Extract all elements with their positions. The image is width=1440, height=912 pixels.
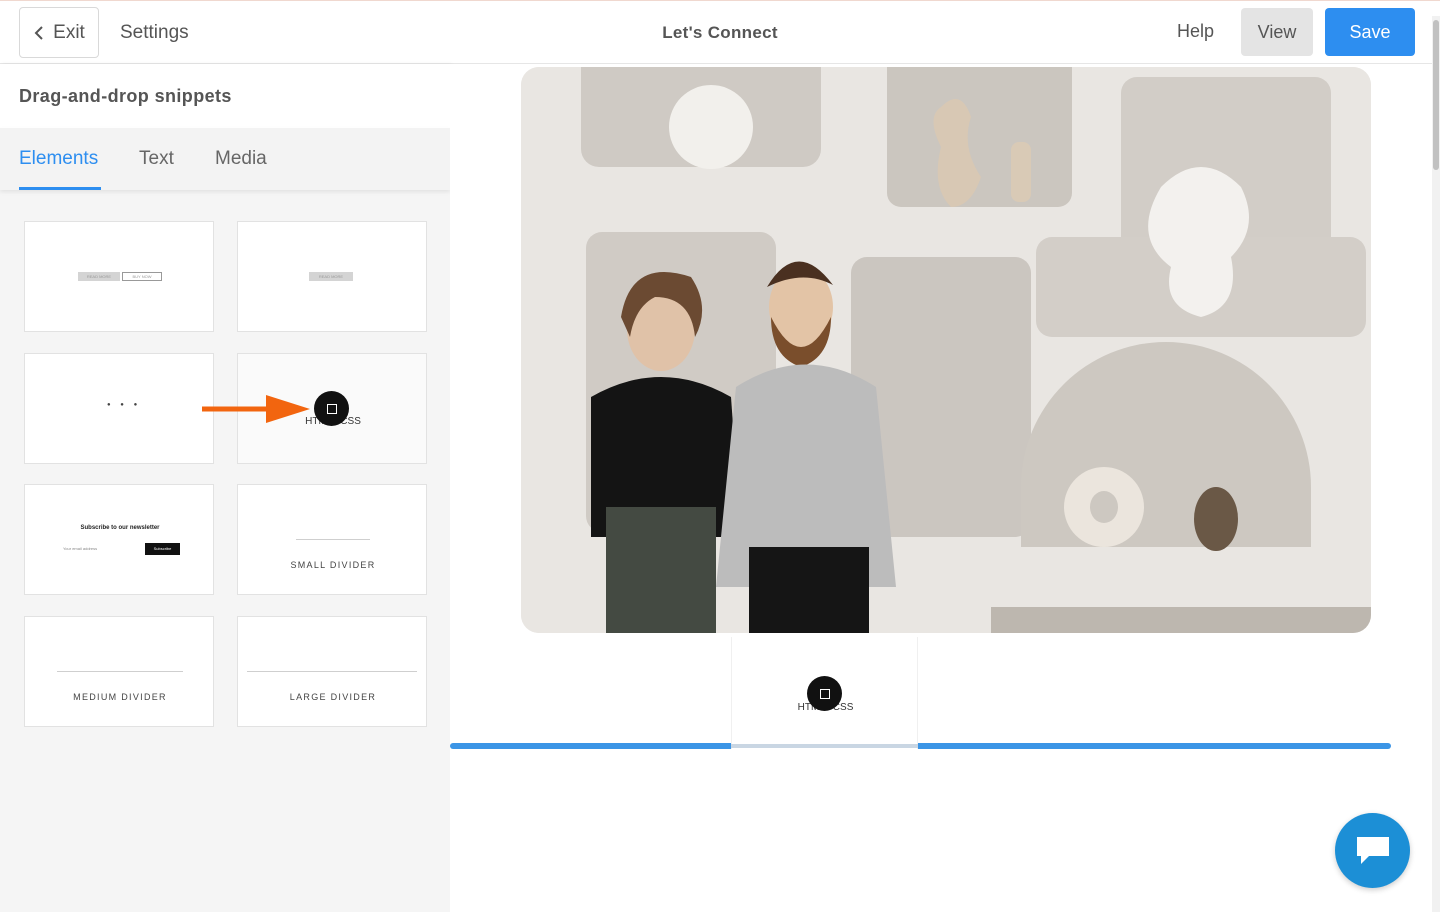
snippet-newsletter[interactable]: Subscribe to our newsletter Your email a…: [24, 484, 214, 595]
view-button[interactable]: View: [1241, 8, 1313, 56]
exit-button[interactable]: Exit: [19, 7, 99, 58]
top-bar: Exit Settings Let's Connect Help View Sa…: [0, 0, 1440, 64]
tab-text[interactable]: Text: [139, 148, 174, 170]
page-title: Let's Connect: [662, 23, 778, 42]
snippet-social-icons[interactable]: ● ● ●: [24, 353, 214, 464]
sidebar-title: Drag-and-drop snippets: [19, 86, 232, 106]
snippet-two-buttons[interactable]: READ MORE BUY NOW: [24, 221, 214, 332]
tab-elements[interactable]: Elements: [19, 148, 98, 170]
newsletter-title: Subscribe to our newsletter: [80, 525, 160, 531]
scrollbar-thumb[interactable]: [1433, 20, 1439, 170]
chevron-left-icon: [34, 25, 43, 40]
medium-divider-line: [57, 671, 183, 672]
newsletter-subscribe-button: Subscribe: [145, 543, 180, 555]
tab-media[interactable]: Media: [215, 148, 267, 170]
small-divider-line: [296, 539, 370, 540]
drop-indicator-left: [450, 743, 731, 749]
people-photo-illustration: [521, 67, 1371, 633]
large-divider-label: LARGE DIVIDER: [289, 692, 377, 702]
mini-buy-now-button: BUY NOW: [122, 272, 162, 281]
settings-link[interactable]: Settings: [120, 22, 189, 44]
chat-button[interactable]: [1335, 813, 1410, 888]
mini-read-more-button: READ MORE: [309, 272, 353, 281]
social-icons-preview: ● ● ●: [107, 402, 142, 408]
hero-photo[interactable]: [521, 67, 1371, 633]
chat-icon: [1356, 836, 1389, 864]
save-button[interactable]: Save: [1325, 8, 1415, 56]
drag-handle-icon: [807, 676, 842, 711]
active-tab-indicator: [19, 187, 101, 190]
snippets-sidebar: Drag-and-drop snippets Elements Text Med…: [0, 64, 450, 912]
page-canvas: HTML / CSS: [450, 64, 1432, 912]
snippet-medium-divider[interactable]: MEDIUM DIVIDER: [24, 616, 214, 727]
help-link[interactable]: Help: [1177, 21, 1214, 42]
snippet-large-divider[interactable]: LARGE DIVIDER: [237, 616, 427, 727]
large-divider-line: [247, 671, 417, 672]
drop-preview: HTML / CSS: [731, 637, 918, 749]
medium-divider-label: MEDIUM DIVIDER: [73, 692, 167, 702]
arrow-right-icon: [202, 395, 310, 423]
page-title-wrap: Let's Connect: [0, 23, 1440, 43]
small-divider-label: SMALL DIVIDER: [290, 560, 376, 570]
mini-read-more-button: READ MORE: [78, 272, 120, 281]
snippet-tabs: Elements Text Media: [0, 128, 450, 190]
drag-handle-icon[interactable]: [314, 391, 349, 426]
sidebar-header: Drag-and-drop snippets: [0, 64, 450, 128]
newsletter-input: Your email address: [63, 546, 98, 551]
snippet-small-divider[interactable]: SMALL DIVIDER: [237, 484, 427, 595]
snippet-single-button[interactable]: READ MORE: [237, 221, 427, 332]
drop-indicator-right: [918, 743, 1391, 749]
drop-indicator-gap: [731, 744, 918, 748]
exit-label: Exit: [53, 21, 85, 43]
